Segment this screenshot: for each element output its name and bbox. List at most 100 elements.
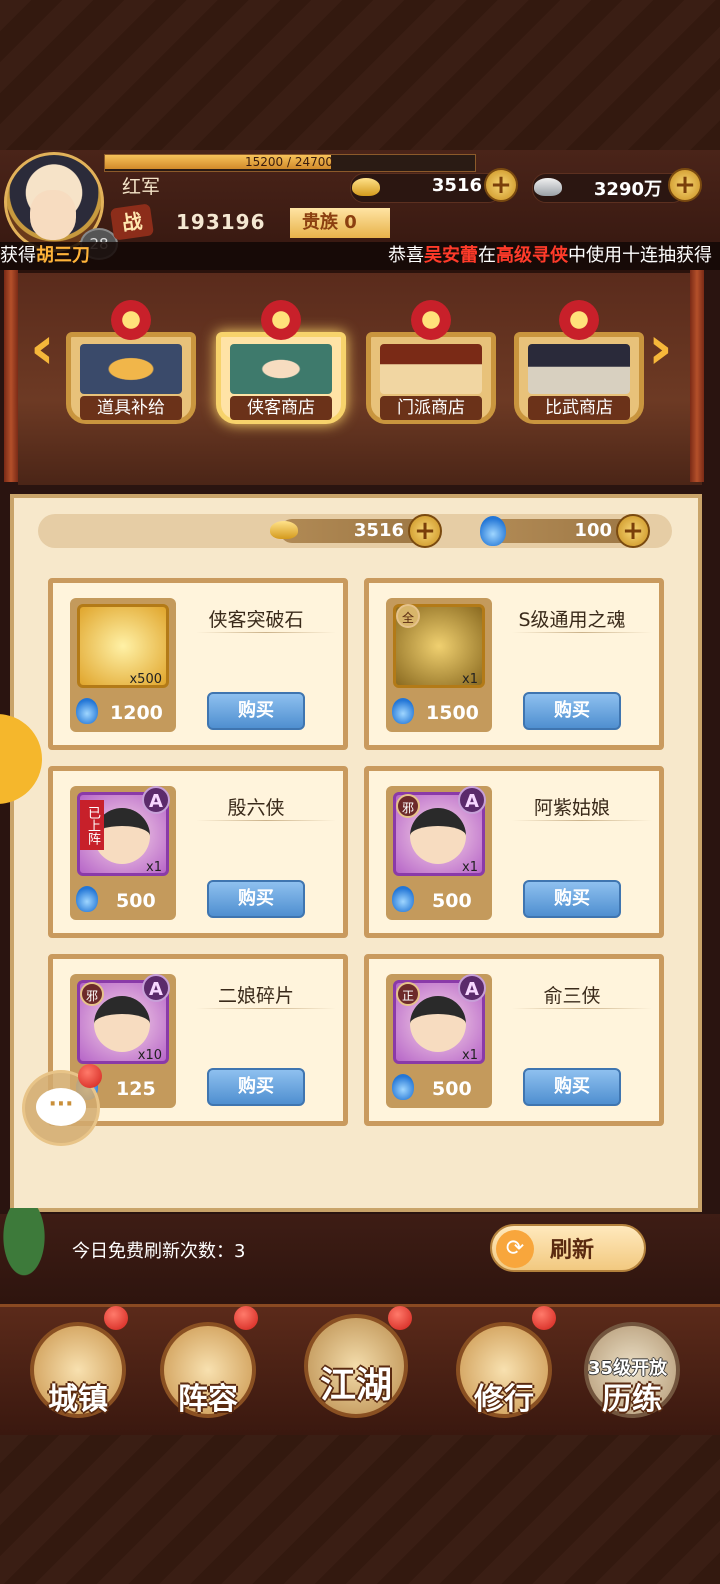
nav-training-label: 修行 bbox=[474, 1382, 534, 1417]
item-price: 1500 bbox=[426, 702, 479, 724]
add-silver-button[interactable]: + bbox=[668, 168, 702, 202]
tab-sect-shop[interactable]: 门派商店 bbox=[366, 300, 496, 426]
nav-jianghu-label: 江湖 bbox=[319, 1365, 392, 1406]
tab-art bbox=[80, 344, 182, 394]
item-qty: x1 bbox=[462, 1048, 478, 1063]
nav-training-badge bbox=[532, 1306, 556, 1330]
tab-arena-shop[interactable]: 比武商店 bbox=[514, 300, 644, 426]
spirit-flame-icon bbox=[392, 1074, 414, 1100]
item-name: 阿紫姑娘 bbox=[533, 797, 610, 819]
tab-art bbox=[380, 344, 482, 394]
left-pillar bbox=[4, 270, 18, 482]
tab-hero-shop[interactable]: 侠客商店 bbox=[216, 300, 346, 426]
knot-icon bbox=[559, 300, 599, 340]
buy-button[interactable]: 购买 bbox=[523, 880, 621, 918]
divider bbox=[196, 820, 336, 821]
item-price: 500 bbox=[432, 1078, 472, 1100]
nav-trial-label: 历练 bbox=[602, 1382, 662, 1417]
marquee-right-prefix: 恭喜 bbox=[388, 245, 424, 266]
spirit-flame-icon bbox=[76, 886, 98, 912]
noble-badge[interactable]: 贵族 0 bbox=[290, 208, 390, 238]
buy-button[interactable]: 购买 bbox=[207, 880, 305, 918]
item-qty: x1 bbox=[146, 860, 162, 875]
marquee-right-name: 吴安蕾 bbox=[424, 245, 478, 266]
marquee-left-prefix: 获得 bbox=[0, 245, 36, 266]
gold-ingot-icon bbox=[352, 178, 380, 196]
chat-notification-dot bbox=[78, 1064, 102, 1088]
knot-icon bbox=[261, 300, 301, 340]
divider bbox=[512, 632, 652, 633]
tab-label: 道具补给 bbox=[80, 396, 182, 420]
item-name: 殷六侠 bbox=[227, 797, 285, 819]
nav-jianghu-badge bbox=[388, 1306, 412, 1330]
marquee-left-name: 胡三刀 bbox=[36, 245, 90, 266]
item-price: 500 bbox=[432, 890, 472, 912]
tag-badge: 全 bbox=[396, 604, 420, 628]
shop-spirit-value: 100 bbox=[574, 520, 612, 541]
tab-label: 门派商店 bbox=[380, 396, 482, 420]
spirit-flame-icon bbox=[480, 516, 506, 546]
free-refresh-count: 今日免费刷新次数：3 bbox=[72, 1241, 246, 1262]
nav-town-badge bbox=[104, 1306, 128, 1330]
item-qty: x500 bbox=[129, 672, 162, 687]
buy-button[interactable]: 购买 bbox=[523, 692, 621, 730]
silver-value: 3290万 bbox=[593, 179, 662, 200]
bottom-background bbox=[0, 1432, 720, 1584]
tag-badge: 正 bbox=[396, 982, 420, 1006]
tab-label: 侠客商店 bbox=[230, 396, 332, 420]
divider bbox=[512, 1008, 652, 1009]
top-background bbox=[0, 0, 720, 150]
hero-face bbox=[410, 808, 466, 864]
nav-trial-lock-text: 35级开放 bbox=[588, 1358, 668, 1379]
item-name: 侠客突破石 bbox=[208, 609, 304, 631]
power-icon: 战 bbox=[109, 203, 155, 241]
spirit-flame-icon bbox=[392, 886, 414, 912]
item-name: 俞三侠 bbox=[543, 985, 601, 1007]
buy-button[interactable]: 购买 bbox=[523, 1068, 621, 1106]
tab-right-arrow-icon[interactable]: › bbox=[648, 318, 686, 378]
hero-face bbox=[94, 996, 150, 1052]
grade-badge: A bbox=[458, 786, 486, 814]
silver-ingot-icon bbox=[534, 178, 562, 196]
nav-lineup-label: 阵容 bbox=[178, 1382, 238, 1417]
gold-ingot-icon bbox=[270, 521, 298, 539]
item-qty: x10 bbox=[137, 1048, 162, 1063]
grade-badge: A bbox=[142, 974, 170, 1002]
tab-item-supply[interactable]: 道具补给 bbox=[66, 300, 196, 426]
power-value: 193196 bbox=[176, 210, 266, 234]
pine-tree-decoration bbox=[0, 1208, 60, 1304]
add-spirit-button[interactable]: + bbox=[616, 514, 650, 548]
spirit-flame-icon bbox=[392, 698, 414, 724]
tab-left-arrow-icon[interactable]: ‹ bbox=[30, 318, 68, 378]
knot-icon bbox=[411, 300, 451, 340]
item-qty: x1 bbox=[462, 672, 478, 687]
refresh-icon: ⟳ bbox=[496, 1230, 534, 1268]
tag-badge: 邪 bbox=[396, 794, 420, 818]
buy-button[interactable]: 购买 bbox=[207, 1068, 305, 1106]
player-name: 红军 bbox=[122, 176, 161, 198]
marquee-right-suffix: 中使用十连抽获得 bbox=[568, 245, 712, 266]
tab-art bbox=[528, 344, 630, 394]
right-pillar bbox=[690, 270, 704, 482]
item-price: 500 bbox=[116, 890, 156, 912]
item-name: S级通用之魂 bbox=[518, 609, 626, 631]
gold-value: 3516 bbox=[431, 175, 482, 196]
add-shop-gold-button[interactable]: + bbox=[408, 514, 442, 548]
exp-text: 15200 / 24700 bbox=[244, 155, 334, 169]
buy-button[interactable]: 购买 bbox=[207, 692, 305, 730]
item-price: 1200 bbox=[110, 702, 163, 724]
grade-badge: A bbox=[142, 786, 170, 814]
tab-label: 比武商店 bbox=[528, 396, 630, 420]
nav-town-label: 城镇 bbox=[48, 1382, 108, 1417]
marquee-right-text: 恭喜吴安蕾在高级寻侠中使用十连抽获得 bbox=[388, 243, 712, 269]
divider bbox=[512, 820, 652, 821]
grade-badge: A bbox=[458, 974, 486, 1002]
avatar-face bbox=[30, 190, 76, 240]
hero-face bbox=[410, 996, 466, 1052]
item-price: 125 bbox=[116, 1078, 156, 1100]
divider bbox=[196, 1008, 336, 1009]
marquee-left-text: 获得胡三刀 bbox=[0, 243, 90, 269]
deployed-ribbon: 已上阵 bbox=[80, 800, 104, 850]
item-name: 二娘碎片 bbox=[217, 985, 294, 1007]
add-gold-button[interactable]: + bbox=[484, 168, 518, 202]
